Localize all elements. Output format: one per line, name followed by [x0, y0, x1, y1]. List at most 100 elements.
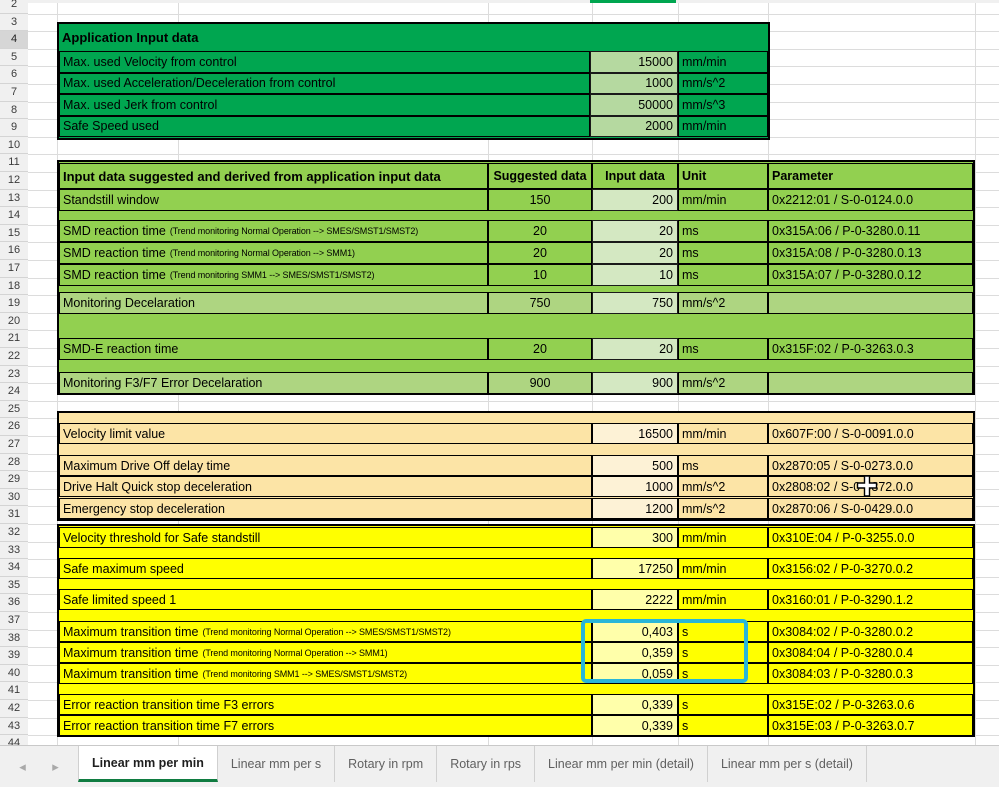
row-header-7[interactable]: 7	[0, 84, 28, 102]
sheet-tab-5[interactable]: Linear mm per s (detail)	[707, 746, 867, 782]
app-input-label-1[interactable]: Max. used Acceleration/Deceleration from…	[59, 72, 590, 94]
prev-sheet-icon[interactable]: ◂	[14, 759, 31, 775]
row-header-39[interactable]: 39	[0, 647, 28, 665]
derived-input-5[interactable]: 20	[592, 338, 678, 360]
safety-value-0[interactable]: 300	[592, 527, 678, 548]
derived-input-0[interactable]: 200	[592, 189, 678, 211]
derived-input-1[interactable]: 20	[592, 220, 678, 242]
sheet-tab-1[interactable]: Linear mm per s	[217, 746, 336, 782]
drive-value-2[interactable]: 1000	[592, 476, 678, 497]
row-header-11[interactable]: 11	[0, 154, 28, 172]
safety-label-5[interactable]: Maximum transition time (Trend monitoring…	[59, 663, 592, 684]
row-header-36[interactable]: 36	[0, 594, 28, 612]
row-header-42[interactable]: 42	[0, 700, 28, 718]
row-header-25[interactable]: 25	[0, 400, 28, 419]
row-header-38[interactable]: 38	[0, 629, 28, 648]
row-header-2[interactable]: 2	[0, 0, 28, 14]
sheet-nav-arrows[interactable]: ◂ ▸	[6, 756, 72, 778]
row-header-20[interactable]: 20	[0, 312, 28, 331]
derived-input-2[interactable]: 20	[592, 242, 678, 264]
row-header-16[interactable]: 16	[0, 242, 28, 260]
row-header-27[interactable]: 27	[0, 436, 28, 454]
derived-label-5[interactable]: SMD-E reaction time	[59, 338, 488, 360]
safety-label-2[interactable]: Safe limited speed 1	[59, 589, 592, 610]
spreadsheet-window: 2 3 4 5 6 7 8 9 10 11 12 13 14 15 16 17 18 19 20 21 22 23 24 25…	[0, 0, 999, 787]
sheet-tab-3[interactable]: Rotary in rps	[437, 746, 536, 782]
safety-value-5[interactable]: 0,059	[592, 663, 678, 684]
row-header-41[interactable]: 41	[0, 682, 28, 700]
row-header-30[interactable]: 30	[0, 488, 28, 507]
drive-value-3[interactable]: 1200	[592, 498, 678, 519]
derived-input-3[interactable]: 10	[592, 264, 678, 286]
safety-value-7[interactable]: 0,339	[592, 715, 678, 736]
safety-label-4[interactable]: Maximum transition time (Trend monitoring…	[59, 642, 592, 663]
row-header-40[interactable]: 40	[0, 664, 28, 683]
app-input-value-0[interactable]: 15000	[590, 51, 678, 73]
safety-label-0[interactable]: Velocity threshold for Safe standstill	[59, 527, 592, 548]
derived-label-6[interactable]: Monitoring F3/F7 Error Decelaration	[59, 372, 488, 394]
row-header-14[interactable]: 14	[0, 207, 28, 225]
row-header-9[interactable]: 9	[0, 119, 28, 137]
row-header-13[interactable]: 13	[0, 189, 28, 208]
drive-label-3[interactable]: Emergency stop deceleration	[59, 498, 592, 519]
derived-label-3[interactable]: SMD reaction time (Trend monitoring SMM1 …	[59, 264, 488, 286]
safety-value-4[interactable]: 0,359	[592, 642, 678, 663]
row-header-19[interactable]: 19	[0, 295, 28, 313]
derived-input-4[interactable]: 750	[592, 292, 678, 314]
row-header-6[interactable]: 6	[0, 66, 28, 84]
app-input-value-2[interactable]: 50000	[590, 94, 678, 116]
row-header-3[interactable]: 3	[0, 13, 28, 32]
row-header-8[interactable]: 8	[0, 101, 28, 120]
app-input-label-0[interactable]: Max. used Velocity from control	[59, 51, 590, 73]
app-input-label-3[interactable]: Safe Speed used	[59, 115, 590, 137]
row-header-10[interactable]: 10	[0, 136, 28, 155]
drive-value-0[interactable]: 16500	[592, 423, 678, 444]
drive-label-2[interactable]: Drive Halt Quick stop deceleration	[59, 476, 592, 497]
row-header-15[interactable]: 15	[0, 224, 28, 243]
derived-label-0[interactable]: Standstill window	[59, 189, 488, 211]
row-header-31[interactable]: 31	[0, 506, 28, 524]
row-header-34[interactable]: 34	[0, 559, 28, 577]
drive-label-0[interactable]: Velocity limit value	[59, 423, 592, 444]
safety-parameter-2: 0x3160:01 / P-0-3290.1.2	[768, 589, 973, 610]
safety-value-3[interactable]: 0,403	[592, 621, 678, 642]
row-header-12[interactable]: 12	[0, 172, 28, 190]
derived-label-1[interactable]: SMD reaction time (Trend monitoring Norma…	[59, 220, 488, 242]
row-header-35[interactable]: 35	[0, 576, 28, 595]
row-header-29[interactable]: 29	[0, 471, 28, 489]
derived-label-2[interactable]: SMD reaction time (Trend monitoring Norma…	[59, 242, 488, 264]
sheet-tab-4[interactable]: Linear mm per min (detail)	[535, 746, 708, 782]
row-header-24[interactable]: 24	[0, 383, 28, 401]
app-input-value-3[interactable]: 2000	[590, 115, 678, 137]
row-header-5[interactable]: 5	[0, 48, 28, 67]
row-header-17[interactable]: 17	[0, 260, 28, 278]
row-header-4[interactable]: 4	[0, 31, 28, 49]
row-header-23[interactable]: 23	[0, 365, 28, 384]
safety-label-7[interactable]: Error reaction transition time F7 errors	[59, 715, 592, 736]
next-sheet-icon[interactable]: ▸	[47, 759, 64, 775]
row-header-22[interactable]: 22	[0, 348, 28, 366]
safety-label-6[interactable]: Error reaction transition time F3 errors	[59, 694, 592, 715]
derived-input-6[interactable]: 900	[592, 372, 678, 394]
safety-value-1[interactable]: 17250	[592, 558, 678, 579]
row-header-28[interactable]: 28	[0, 453, 28, 472]
safety-value-6[interactable]: 0,339	[592, 694, 678, 715]
drive-label-1[interactable]: Maximum Drive Off delay time	[59, 455, 592, 476]
safety-value-2[interactable]: 2222	[592, 589, 678, 610]
app-input-value-1[interactable]: 1000	[590, 72, 678, 94]
row-header-43[interactable]: 43	[0, 717, 28, 736]
row-header-33[interactable]: 33	[0, 541, 28, 560]
row-header-21[interactable]: 21	[0, 330, 28, 348]
derived-unit-3: ms	[678, 264, 768, 286]
sheet-tab-2[interactable]: Rotary in rpm	[335, 746, 438, 782]
row-header-32[interactable]: 32	[0, 524, 28, 542]
row-header-37[interactable]: 37	[0, 612, 28, 630]
safety-label-1[interactable]: Safe maximum speed	[59, 558, 592, 579]
derived-label-4[interactable]: Monitoring Decelaration	[59, 292, 488, 314]
row-header-18[interactable]: 18	[0, 277, 28, 296]
row-header-26[interactable]: 26	[0, 418, 28, 436]
drive-value-1[interactable]: 500	[592, 455, 678, 476]
app-input-label-2[interactable]: Max. used Jerk from control	[59, 94, 590, 116]
sheet-tab-0[interactable]: Linear mm per min	[78, 746, 218, 782]
safety-label-3[interactable]: Maximum transition time (Trend monitoring…	[59, 621, 592, 642]
